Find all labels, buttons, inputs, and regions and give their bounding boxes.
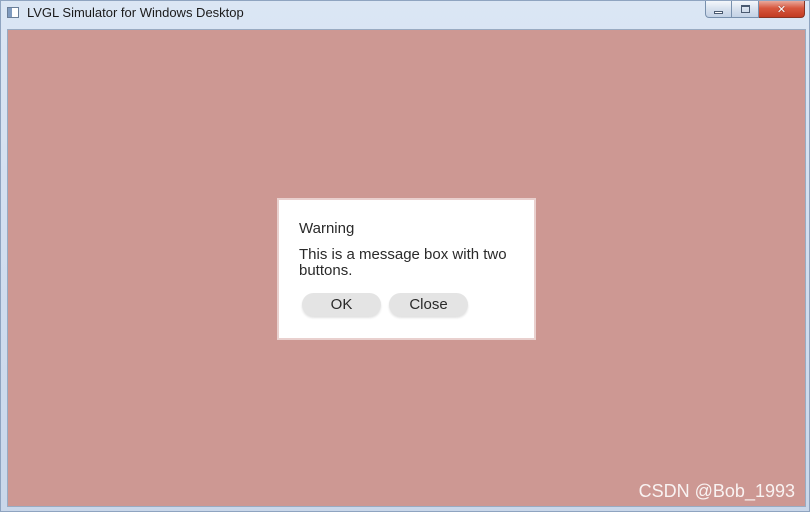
watermark-text: CSDN @Bob_1993 — [638, 481, 795, 501]
minimize-button[interactable] — [705, 1, 732, 18]
close-button[interactable]: Close — [389, 293, 468, 316]
message-box: Warning This is a message box with two b… — [277, 198, 536, 340]
maximize-icon — [740, 5, 750, 13]
window-controls: ✕ — [705, 1, 805, 19]
maximize-button[interactable] — [732, 1, 759, 18]
window-close-button[interactable]: ✕ — [759, 1, 805, 18]
title-bar[interactable]: LVGL Simulator for Windows Desktop ✕ — [1, 1, 809, 27]
message-box-text: This is a message box with two buttons. — [299, 246, 507, 279]
minimize-icon — [714, 10, 723, 14]
message-box-title: Warning — [299, 220, 355, 237]
app-window: LVGL Simulator for Windows Desktop ✕ War… — [0, 0, 810, 512]
app-window-icon[interactable] — [7, 7, 19, 18]
close-icon: ✕ — [776, 2, 787, 16]
ok-button[interactable]: OK — [302, 293, 381, 316]
lvgl-screen[interactable]: Warning This is a message box with two b… — [7, 29, 806, 507]
window-title: LVGL Simulator for Windows Desktop — [27, 5, 244, 20]
